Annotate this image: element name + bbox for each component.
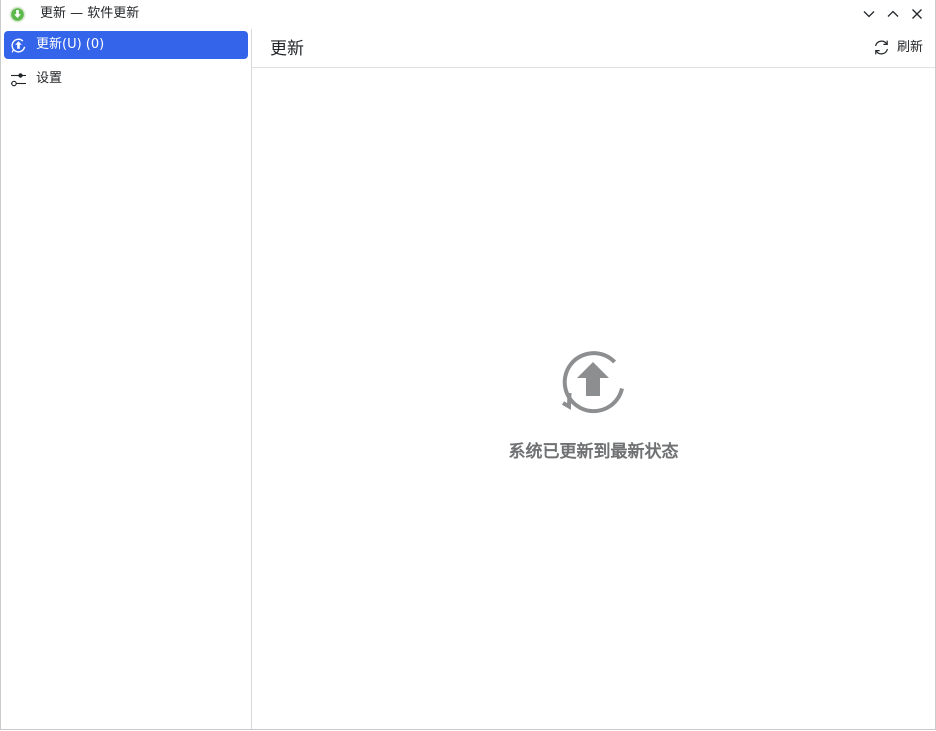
title-bar[interactable]: 更新 — 软件更新 — [1, 0, 935, 29]
page-header: 更新 刷新 — [252, 29, 935, 68]
download-arrow-icon — [9, 6, 26, 23]
sidebar-item-label: 更新(U) (0) — [36, 37, 105, 52]
refresh-icon — [873, 39, 890, 56]
close-button[interactable] — [909, 6, 925, 22]
main-content: 更新 刷新 系统已更新到最新状态 — [252, 29, 935, 729]
minimize-button[interactable] — [861, 6, 877, 22]
window-title: 更新 — 软件更新 — [40, 6, 140, 21]
chevron-up-icon — [887, 10, 899, 17]
update-arrow-circle-icon — [559, 348, 627, 416]
status-message: 系统已更新到最新状态 — [508, 442, 679, 462]
page-title: 更新 — [270, 39, 304, 59]
settings-sliders-icon — [10, 71, 27, 88]
maximize-button[interactable] — [885, 6, 901, 22]
chevron-down-icon — [863, 11, 875, 18]
refresh-button[interactable]: 刷新 — [870, 37, 928, 59]
close-icon — [912, 9, 922, 19]
software-update-window: 更新 — 软件更新 更新(U) (0) 设置 更新 刷新 系统已更新到最新状态 — [0, 0, 936, 730]
sidebar-item-updates[interactable]: 更新(U) (0) — [4, 31, 248, 59]
sidebar: 更新(U) (0) 设置 — [1, 29, 252, 729]
sidebar-item-label: 设置 — [36, 71, 63, 86]
sidebar-item-settings[interactable]: 设置 — [4, 65, 248, 93]
update-arrow-circle-icon — [10, 37, 27, 54]
refresh-label: 刷新 — [897, 40, 924, 55]
